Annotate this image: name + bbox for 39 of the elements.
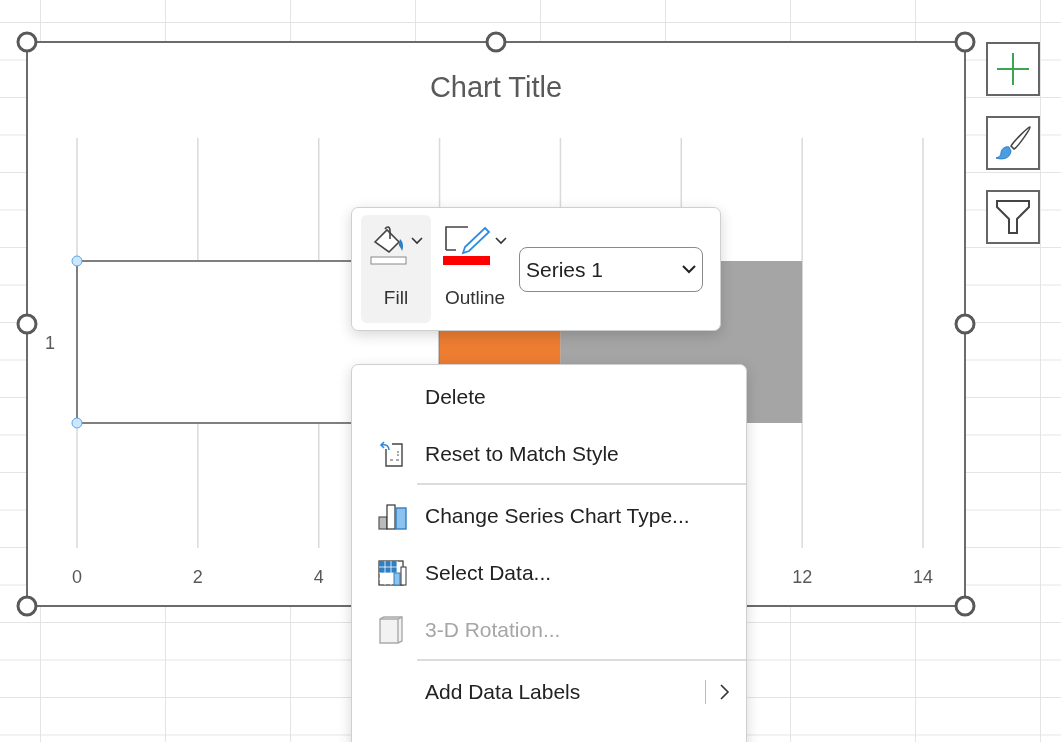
category-label: 1 — [45, 333, 55, 353]
plus-icon — [995, 51, 1031, 87]
fill-button[interactable]: Fill — [361, 215, 431, 323]
pencil-icon — [443, 224, 493, 266]
chart-filters-button[interactable] — [986, 190, 1040, 244]
paintbrush-icon — [993, 123, 1033, 163]
caret-icon — [682, 265, 696, 274]
caret-icon — [411, 237, 423, 245]
resize-handle[interactable] — [954, 31, 976, 53]
outline-button[interactable]: Outline — [435, 215, 515, 323]
resize-handle[interactable] — [16, 31, 38, 53]
resize-handle[interactable] — [954, 313, 976, 335]
menu-item[interactable]: Delete — [352, 368, 746, 425]
selection-handle[interactable] — [71, 417, 83, 429]
menu-item[interactable]: Add Data Labels — [352, 663, 746, 720]
table-chart-icon — [378, 558, 408, 587]
resize-handle[interactable] — [485, 31, 507, 53]
cube-icon — [378, 615, 404, 644]
axis-tick-label: 2 — [192, 567, 203, 587]
caret-icon — [495, 237, 507, 245]
menu-item[interactable]: Reset to Match Style — [352, 425, 746, 482]
resize-handle[interactable] — [16, 313, 38, 335]
selection-handle[interactable] — [71, 255, 83, 267]
axis-tick-label: 0 — [72, 567, 82, 587]
resize-handle[interactable] — [954, 595, 976, 617]
axis-tick-label: 4 — [313, 567, 324, 587]
bar-chart-icon — [378, 501, 408, 530]
menu-item[interactable]: Change Series Chart Type... — [352, 487, 746, 544]
chart-styles-button[interactable] — [986, 116, 1040, 170]
chart-elements-button[interactable] — [986, 42, 1040, 96]
funnel-icon — [993, 197, 1033, 237]
menu-item[interactable]: Select Data... — [352, 544, 746, 601]
axis-tick-label: 14 — [913, 567, 933, 587]
resize-handle[interactable] — [16, 595, 38, 617]
series-dropdown[interactable]: Series 1 — [519, 247, 703, 292]
chart-title: Chart Title — [429, 71, 563, 103]
paint-bucket-icon — [369, 225, 409, 265]
reset-icon — [378, 439, 404, 468]
axis-tick-label: 12 — [792, 567, 813, 587]
